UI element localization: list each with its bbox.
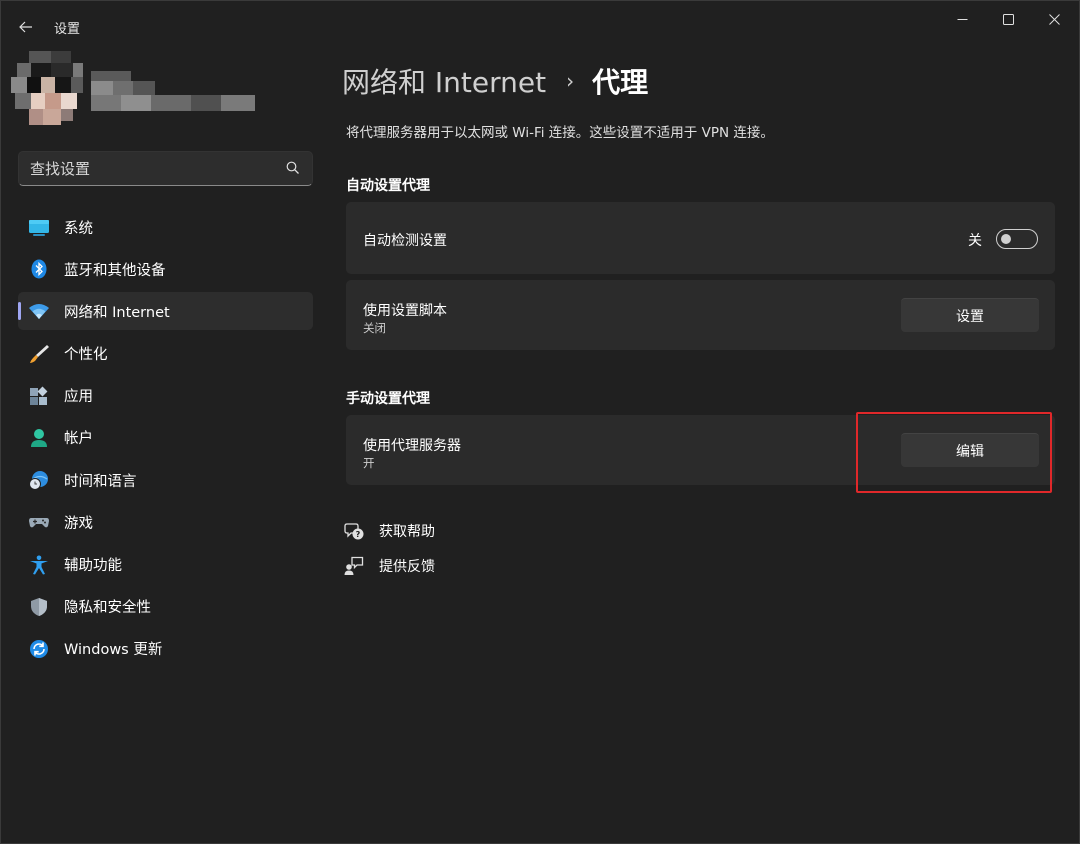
feedback-link[interactable]: 提供反馈 <box>344 556 435 576</box>
section-title-manual-proxy: 手动设置代理 <box>346 391 430 407</box>
account-icon <box>31 428 47 447</box>
close-icon <box>1048 13 1060 25</box>
help-chat-icon: ? <box>344 523 364 540</box>
toggle-knob <box>1001 234 1011 244</box>
windows-update-icon <box>30 639 48 658</box>
page-title: 代理 <box>592 66 649 99</box>
sidebar-item-accessibility[interactable]: 辅助功能 <box>18 546 313 584</box>
sidebar-item-label: 游戏 <box>64 515 93 532</box>
page-description: 将代理服务器用于以太网或 Wi-Fi 连接。这些设置不适用于 VPN 连接。 <box>346 125 774 141</box>
search-box[interactable] <box>18 151 313 186</box>
wifi-icon <box>29 304 49 320</box>
setup-script-card: 使用设置脚本 关闭 设置 <box>346 280 1055 350</box>
bluetooth-icon <box>31 259 47 279</box>
search-icon[interactable] <box>286 161 300 175</box>
sidebar-item-label: 辅助功能 <box>64 558 122 574</box>
sidebar-nav: 系统 蓝牙和其他设备 网络和 Internet 个性化 应用 帐户 时间和语言 … <box>18 208 313 672</box>
sidebar-item-network[interactable]: 网络和 Internet <box>18 292 313 331</box>
sidebar-item-system[interactable]: 系统 <box>18 208 313 246</box>
accessibility-icon <box>30 555 48 574</box>
svg-text:?: ? <box>356 530 361 539</box>
red-highlight-box <box>856 412 1052 493</box>
auto-detect-toggle[interactable] <box>996 229 1038 249</box>
avatar[interactable] <box>11 51 83 125</box>
get-help-link[interactable]: ? 获取帮助 <box>344 521 435 541</box>
sidebar-item-label: 个性化 <box>64 347 108 364</box>
feedback-icon <box>344 556 364 575</box>
sidebar-item-label: Windows 更新 <box>64 642 163 659</box>
sidebar-item-label: 系统 <box>64 220 93 237</box>
sidebar-item-label: 帐户 <box>64 431 93 448</box>
sidebar-item-label: 蓝牙和其他设备 <box>64 262 166 279</box>
proxy-server-status: 开 <box>363 456 375 470</box>
feedback-label: 提供反馈 <box>379 559 435 575</box>
breadcrumb-parent[interactable]: 网络和 Internet <box>342 61 546 101</box>
sidebar-item-accounts[interactable]: 帐户 <box>18 419 313 457</box>
search-input[interactable] <box>19 152 279 185</box>
shield-icon <box>31 597 47 616</box>
get-help-label: 获取帮助 <box>379 524 435 540</box>
maximize-icon <box>1002 13 1014 25</box>
back-arrow-icon <box>19 21 32 33</box>
time-language-icon <box>29 471 48 491</box>
gamepad-icon <box>29 518 49 528</box>
user-name-redacted <box>91 71 255 113</box>
setup-script-status: 关闭 <box>363 321 386 335</box>
proxy-server-title: 使用代理服务器 <box>363 438 461 454</box>
minimize-button[interactable] <box>939 3 985 35</box>
auto-detect-card: 自动检测设置 关 <box>346 202 1055 274</box>
auto-detect-toggle-label: 关 <box>968 233 982 249</box>
sidebar-item-label: 隐私和安全性 <box>64 600 151 617</box>
sidebar-item-gaming[interactable]: 游戏 <box>18 503 313 541</box>
auto-detect-title: 自动检测设置 <box>363 233 447 249</box>
section-title-auto-proxy: 自动设置代理 <box>346 178 430 194</box>
sidebar-item-privacy[interactable]: 隐私和安全性 <box>18 588 313 626</box>
maximize-button[interactable] <box>985 3 1031 35</box>
sidebar-item-label: 应用 <box>64 389 93 406</box>
paintbrush-icon <box>30 344 49 363</box>
title-bar: 设置 <box>1 1 1080 51</box>
setup-script-title: 使用设置脚本 <box>363 303 447 319</box>
sidebar-item-apps[interactable]: 应用 <box>18 377 313 415</box>
setup-script-button[interactable]: 设置 <box>901 298 1039 332</box>
close-button[interactable] <box>1031 3 1077 35</box>
apps-icon <box>30 386 48 405</box>
sidebar-item-label: 时间和语言 <box>64 473 137 490</box>
sidebar-item-personalization[interactable]: 个性化 <box>18 335 313 373</box>
breadcrumb: 网络和 Internet › 代理 <box>342 61 648 101</box>
sidebar-item-bluetooth[interactable]: 蓝牙和其他设备 <box>18 250 313 288</box>
sidebar-item-time-language[interactable]: 时间和语言 <box>18 461 313 499</box>
sidebar-item-label: 网络和 Internet <box>64 304 170 321</box>
back-button[interactable] <box>11 13 41 41</box>
monitor-icon <box>29 220 49 236</box>
sidebar-item-windows-update[interactable]: Windows 更新 <box>18 630 313 668</box>
minimize-icon <box>957 18 967 20</box>
chevron-right-icon: › <box>566 69 575 93</box>
app-title: 设置 <box>54 22 81 37</box>
